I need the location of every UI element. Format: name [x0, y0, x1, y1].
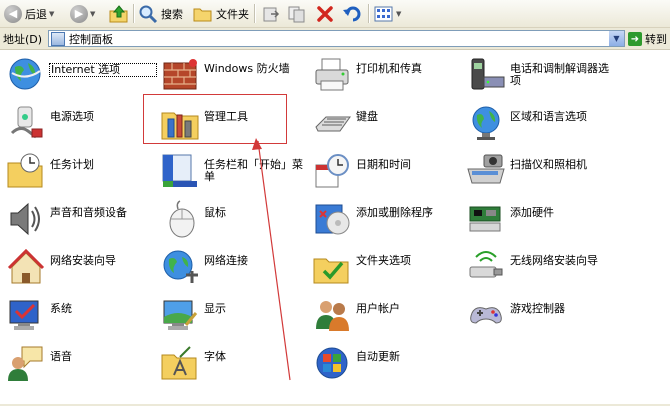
annotation-arrow-icon [252, 138, 291, 381]
